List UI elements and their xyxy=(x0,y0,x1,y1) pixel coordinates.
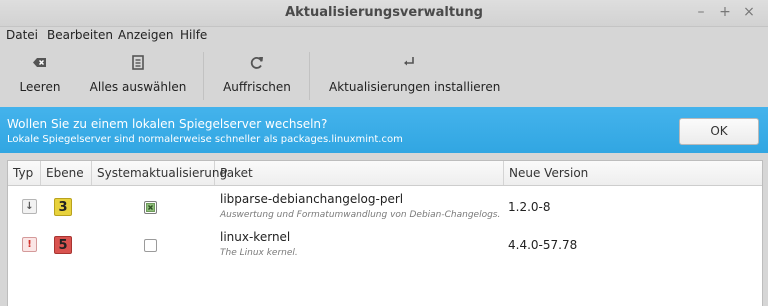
level-badge: 3 xyxy=(54,198,72,216)
table-row[interactable]: ↓ 3 libparse-debianchangelog-perl Auswer… xyxy=(8,188,762,226)
install-icon xyxy=(404,57,414,66)
refresh-icon xyxy=(250,57,263,69)
install-updates-button[interactable]: Aktualisierungen installieren xyxy=(329,54,501,98)
checkbox-checked-icon xyxy=(146,203,155,212)
table-header: Typ Ebene Systemaktualisierung Paket Neu… xyxy=(8,161,762,186)
window-title: Aktualisierungsverwaltung xyxy=(285,5,483,20)
column-header-type[interactable]: Typ xyxy=(8,161,41,185)
menu-bar: Datei Bearbeiten Anzeigen Hilfe xyxy=(0,26,768,46)
new-version: 1.2.0-8 xyxy=(508,200,551,214)
menu-anzeigen[interactable]: Anzeigen xyxy=(118,28,173,42)
ok-button[interactable]: OK xyxy=(679,118,759,145)
menu-datei[interactable]: Datei xyxy=(6,28,38,42)
new-version: 4.4.0-57.78 xyxy=(508,238,578,252)
package-name: linux-kernel xyxy=(220,230,291,244)
column-header-level[interactable]: Ebene xyxy=(41,161,92,185)
menu-hilfe[interactable]: Hilfe xyxy=(180,28,207,42)
security-update-icon: ! xyxy=(22,237,37,252)
refresh-button[interactable]: Auffrischen xyxy=(222,54,292,98)
mirror-infobar: Wollen Sie zu einem lokalen Spiegelserve… xyxy=(0,107,768,153)
title-bar: Aktualisierungsverwaltung – + × xyxy=(0,0,768,27)
system-update-checkbox[interactable] xyxy=(144,201,157,214)
select-all-button[interactable]: Alles auswählen xyxy=(88,54,188,98)
toolbar: Leeren Alles auswählen Auffrischen Aktua… xyxy=(0,46,768,106)
level-badge: 5 xyxy=(54,236,72,254)
select-all-icon xyxy=(132,55,144,70)
toolbar-separator xyxy=(203,52,204,100)
app-window: Aktualisierungsverwaltung – + × Datei Be… xyxy=(0,0,768,306)
column-header-version[interactable]: Neue Version xyxy=(504,161,762,185)
clear-label: Leeren xyxy=(19,80,61,94)
refresh-label: Auffrischen xyxy=(223,80,291,94)
clear-icon xyxy=(33,58,46,67)
install-label: Aktualisierungen installieren xyxy=(329,80,501,94)
toolbar-separator xyxy=(309,52,310,100)
column-header-system[interactable]: Systemaktualisierung xyxy=(92,161,227,185)
close-icon[interactable]: × xyxy=(741,4,757,20)
minimize-icon[interactable]: – xyxy=(693,4,709,20)
select-all-label: Alles auswählen xyxy=(89,80,187,94)
menu-bearbeiten[interactable]: Bearbeiten xyxy=(47,28,113,42)
package-description: Auswertung und Formatumwandlung von Debi… xyxy=(220,210,501,220)
package-name: libparse-debianchangelog-perl xyxy=(220,192,404,206)
maximize-icon[interactable]: + xyxy=(717,4,733,20)
system-update-checkbox[interactable] xyxy=(144,239,157,252)
package-update-icon: ↓ xyxy=(22,199,37,214)
updates-table: Typ Ebene Systemaktualisierung Paket Neu… xyxy=(7,160,763,306)
infobar-message: Wollen Sie zu einem lokalen Spiegelserve… xyxy=(7,117,328,131)
clear-button[interactable]: Leeren xyxy=(12,54,68,98)
infobar-detail: Lokale Spiegelserver sind normalerweise … xyxy=(7,134,403,145)
package-description: The Linux kernel. xyxy=(220,248,298,258)
column-header-package[interactable]: Paket xyxy=(215,161,504,185)
table-row[interactable]: ! 5 linux-kernel The Linux kernel. 4.4.0… xyxy=(8,226,762,264)
